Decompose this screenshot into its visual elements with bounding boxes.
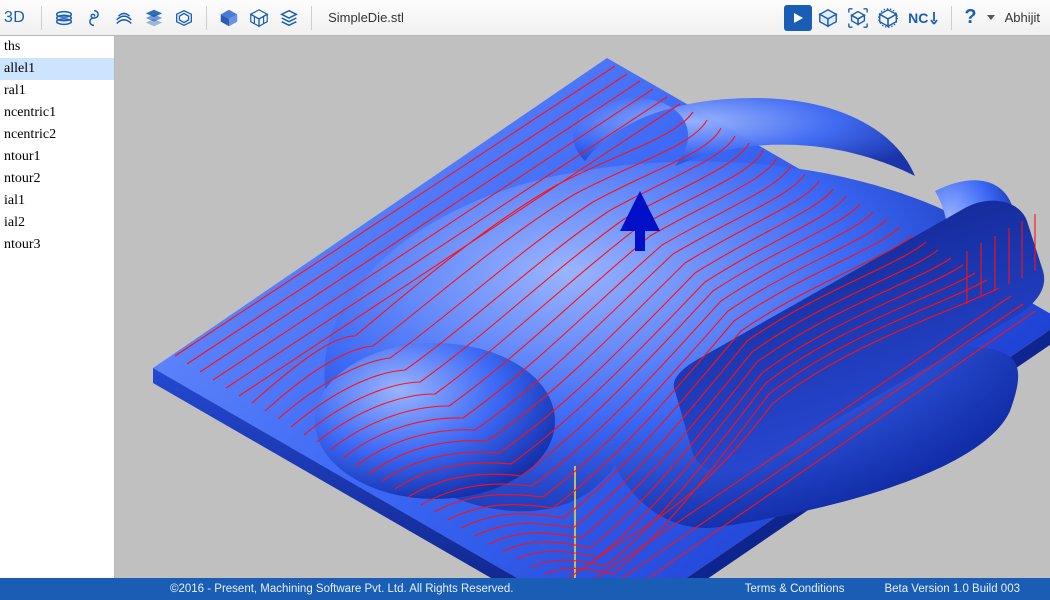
footer-terms-link[interactable]: Terms & Conditions (705, 583, 885, 595)
sidebar-item[interactable]: ral1 (0, 80, 114, 102)
footer-build: Beta Version 1.0 Build 003 (884, 583, 1040, 595)
nc-label: NC (908, 10, 928, 26)
viewport-3d[interactable] (115, 36, 1050, 578)
sidebar-header: ths (0, 36, 114, 58)
sidebar-item[interactable]: ntour1 (0, 146, 114, 168)
sidebar-item[interactable]: allel1 (0, 58, 114, 80)
separator (206, 6, 207, 30)
main-toolbar: 3D SimpleDie.stl NC ? (0, 0, 1050, 36)
display-layers-icon[interactable] (275, 4, 303, 32)
help-button[interactable]: ? (960, 6, 980, 29)
display-shaded-icon[interactable] (215, 4, 243, 32)
help-dropdown-caret[interactable] (987, 15, 995, 20)
main-area: ths allel1ral1ncentric1ncentric2ntour1nt… (0, 36, 1050, 578)
toolpath-sidebar: ths allel1ral1ncentric1ncentric2ntour1nt… (0, 36, 115, 578)
current-file-name: SimpleDie.stl (320, 10, 412, 25)
footer-copyright: ©2016 - Present, Machining Software Pvt.… (10, 583, 513, 595)
sidebar-item[interactable]: ial2 (0, 212, 114, 234)
strategy-layers-icon[interactable] (140, 4, 168, 32)
view-iso-icon[interactable] (814, 4, 842, 32)
display-wireframe-icon[interactable] (245, 4, 273, 32)
nc-export-button[interactable]: NC (904, 4, 943, 32)
sidebar-item[interactable]: ncentric1 (0, 102, 114, 124)
sidebar-item[interactable]: ncentric2 (0, 124, 114, 146)
strategy-concentric-icon[interactable] (170, 4, 198, 32)
separator (41, 6, 42, 30)
sidebar-item[interactable]: ntour3 (0, 234, 114, 256)
simulate-play-button[interactable] (784, 5, 812, 31)
strategy-spiral-icon[interactable] (80, 4, 108, 32)
separator (311, 6, 312, 30)
view-fit-icon[interactable] (844, 4, 872, 32)
strategy-parallel-icon[interactable] (50, 4, 78, 32)
help-label: ? (964, 6, 976, 29)
strategy-radial-icon[interactable] (110, 4, 138, 32)
separator (951, 6, 952, 30)
sidebar-item[interactable]: ntour2 (0, 168, 114, 190)
footer-bar: ©2016 - Present, Machining Software Pvt.… (0, 578, 1050, 600)
user-name: Abhijit (1001, 10, 1046, 25)
sidebar-item[interactable]: ial1 (0, 190, 114, 212)
view-cube-icon[interactable] (874, 4, 902, 32)
app-title: 3D (4, 9, 33, 27)
